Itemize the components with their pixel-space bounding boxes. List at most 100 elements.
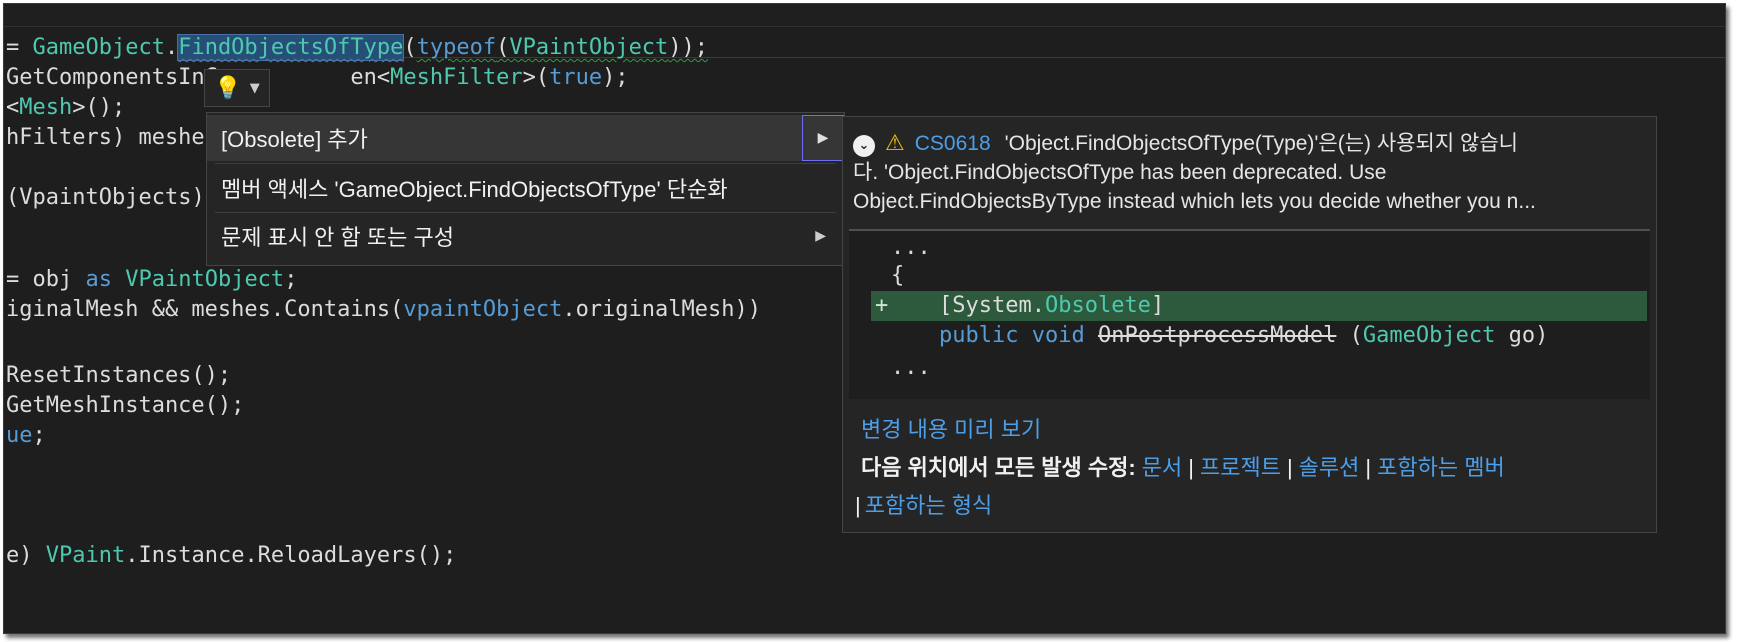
code-line[interactable]: <Mesh>();	[6, 93, 125, 123]
code-token: VPaint	[45, 543, 126, 568]
code-token: true	[549, 65, 603, 90]
code-token: (	[390, 297, 404, 322]
scope-containing-type-link[interactable]: 포함하는 형식	[865, 493, 993, 518]
code-token: ));	[668, 35, 709, 60]
code-token: =	[6, 35, 33, 60]
code-token: vpaintObject	[403, 297, 563, 322]
code-token: >(	[522, 65, 550, 90]
message-line-1: 'Object.FindObjectsOfType(Type)'은(는) 사용되…	[1004, 132, 1518, 155]
code-token: <	[6, 95, 20, 120]
editor-top-strip	[4, 4, 1725, 27]
code-token: = obj	[6, 267, 86, 292]
code-line[interactable]: = obj as VPaintObject;	[6, 265, 297, 295]
fix-all-label: 다음 위치에서 모든 발생 수정:	[861, 455, 1136, 480]
code-token: typeof	[416, 35, 497, 60]
diff-paren-close: )	[1535, 323, 1549, 348]
code-token: ue	[6, 423, 33, 448]
code-line[interactable]: GetMeshInstance();	[6, 391, 244, 421]
scope-document-link[interactable]: 문서	[1142, 455, 1182, 480]
code-token: (	[6, 185, 20, 210]
code-token: VpaintObjects	[19, 185, 192, 210]
code-line[interactable]: iginalMesh && meshes.Contains(vpaintObje…	[6, 295, 761, 325]
code-token: (	[496, 35, 510, 60]
collapse-chevron-icon[interactable]: ⌄	[853, 135, 875, 157]
code-line[interactable]: e) VPaint.Instance.ReloadLayers();	[6, 541, 456, 571]
diff-paren-open: (	[1336, 323, 1363, 348]
code-line[interactable]: GetComponentsInC en<MeshFilter>(true);	[6, 63, 629, 93]
diff-param-name: go	[1495, 323, 1536, 348]
code-token: VPaintObject	[125, 267, 285, 292]
diff-kw-public: public	[939, 323, 1019, 348]
code-token: VPaintObject	[509, 35, 669, 60]
diagnostic-message: ⌄ ⚠ CS0618 'Object.FindObjectsOfType(Type)'…	[853, 129, 1643, 216]
code-line[interactable]: ue;	[6, 421, 46, 451]
scope-project-link[interactable]: 프로젝트	[1200, 455, 1281, 480]
quick-actions-menu: [Obsolete] 추가 ▶ 멤버 액세스 'GameObject.FindO…	[206, 112, 845, 266]
diff-kw-void: void	[1031, 323, 1085, 348]
editor-window: = GameObject.FindObjectsOfType(typeof(VP…	[3, 3, 1726, 634]
error-code-link[interactable]: CS0618	[915, 132, 991, 155]
caret-down-icon[interactable]: ▼	[250, 81, 260, 96]
code-token: MeshFilter	[390, 65, 523, 90]
diff-preview: ... { + [System.Obsolete] public void OnP…	[849, 229, 1650, 399]
code-line[interactable]: ResetInstances();	[6, 361, 231, 391]
code-token: .originalMesh))	[562, 297, 762, 322]
code-line[interactable]: = GameObject.FindObjectsOfType(typeof(VP…	[6, 33, 708, 63]
fix-preview-panel: ⌄ ⚠ CS0618 'Object.FindObjectsOfType(Type)'…	[842, 116, 1657, 533]
submenu-arrow-icon[interactable]: ▶	[802, 115, 844, 161]
menu-item-label: 문제 표시 안 함 또는 구성	[221, 225, 454, 250]
diff-brace: {	[891, 263, 905, 288]
message-line-3: Object.FindObjectsByType instead which l…	[853, 190, 1536, 213]
preview-changes-link[interactable]: 변경 내용 미리 보기	[861, 417, 1041, 442]
code-token: .Instance.ReloadLayers();	[125, 543, 457, 568]
diff-attr-name: Obsolete	[1044, 293, 1151, 318]
code-token: en<	[350, 65, 391, 90]
diff-method-name: OnPostprocessModel	[1097, 323, 1337, 348]
warning-icon: ⚠	[885, 131, 905, 156]
code-token: GetComponentsInC	[6, 65, 218, 90]
code-token: )	[191, 185, 205, 210]
scope-solution-link[interactable]: 솔루션	[1299, 455, 1360, 480]
code-token: Mesh	[19, 95, 73, 120]
code-token: as	[85, 267, 112, 292]
diff-added-line: + [System.Obsolete]	[871, 291, 1647, 321]
diff-param-type: GameObject	[1362, 323, 1496, 348]
menu-item-suppress-or-configure[interactable]: 문제 표시 안 함 또는 구성 ▶	[207, 213, 844, 259]
lightbulb-icon: 💡	[214, 75, 242, 101]
code-token: >();	[72, 95, 126, 120]
menu-item-label: [Obsolete] 추가	[221, 127, 368, 152]
diff-attr-prefix: [System.	[939, 293, 1045, 318]
scope-containing-member-link[interactable]: 포함하는 멤버	[1377, 455, 1505, 480]
quick-actions-lightbulb[interactable]: 💡 ▼	[204, 69, 270, 107]
menu-item-add-obsolete[interactable]: [Obsolete] 추가 ▶	[207, 115, 844, 161]
diff-ellipsis-top: ...	[891, 235, 931, 260]
diff-ellipsis-bottom: ...	[891, 355, 931, 380]
selected-method-token: FindObjectsOfType	[177, 34, 405, 61]
menu-item-simplify-member-access[interactable]: 멤버 액세스 'GameObject.FindObjectsOfType' 단순…	[207, 165, 844, 211]
code-token: ;	[32, 423, 46, 448]
menu-item-label: 멤버 액세스 'GameObject.FindObjectsOfType' 단순…	[221, 177, 728, 202]
code-token: GameObject	[32, 35, 165, 60]
code-token: e)	[6, 543, 46, 568]
diff-plus-marker: +	[875, 293, 889, 318]
code-token: ;	[284, 267, 298, 292]
diff-attr-suffix: ]	[1150, 293, 1165, 318]
code-token: GetMeshInstance();	[6, 393, 245, 418]
code-token: hFilters) meshes	[6, 125, 218, 150]
code-token: Contains	[284, 297, 391, 322]
scope-separator: |	[1188, 455, 1194, 480]
code-token: iginalMesh && meshes.	[6, 297, 285, 322]
preview-footer: 변경 내용 미리 보기 다음 위치에서 모든 발생 수정: 문서 | 프로젝트 | 솔루…	[855, 411, 1641, 525]
code-token: );	[602, 65, 629, 90]
menu-separator	[215, 163, 836, 164]
scope-separator: |	[1365, 455, 1372, 480]
code-token: (	[403, 35, 417, 60]
message-line-2: 다. 'Object.FindObjectsOfType has been de…	[853, 161, 1387, 184]
diff-method-line: public void OnPostprocessModel (GameObje…	[939, 321, 1639, 351]
code-line[interactable]: hFilters) meshes	[6, 123, 218, 153]
scope-separator: |	[1286, 455, 1293, 480]
scope-separator: |	[855, 493, 861, 518]
code-line[interactable]: (VpaintObjects)	[6, 183, 205, 213]
submenu-arrow-icon: ▶	[815, 228, 826, 244]
